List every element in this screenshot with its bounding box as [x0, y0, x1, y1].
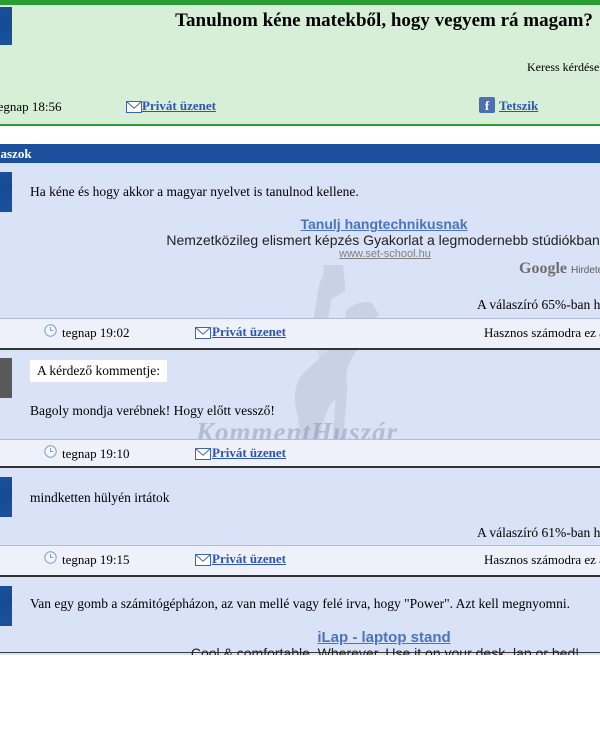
- question-timestamp: tegnap 18:56: [0, 99, 62, 115]
- google-ads-label: Hirdetések: [571, 265, 600, 276]
- envelope-icon[interactable]: [195, 326, 211, 344]
- section-divider: [0, 466, 600, 468]
- ad2-body: Cool & comfortable. Wherever. Use it on …: [0, 646, 600, 655]
- facebook-icon[interactable]: f: [479, 97, 495, 113]
- answer3-text: Van egy gomb a számitógépházon, az van m…: [30, 596, 570, 612]
- answer2-useful-question[interactable]: Hasznos számodra ez a válasz?: [484, 552, 600, 568]
- answer2-text: mindketten hülyén irtátok: [30, 490, 169, 506]
- answers-section-title: Válaszok: [0, 146, 32, 162]
- envelope-icon[interactable]: [126, 100, 142, 118]
- google-logo: Google: [519, 260, 567, 277]
- clock-icon: [44, 324, 57, 342]
- asker-comment-label: A kérdező kommentje:: [30, 360, 167, 382]
- answer1-avatar[interactable]: [0, 172, 12, 212]
- page-title: Tanulnom kéne matekből, hogy vegyem rá m…: [84, 9, 600, 32]
- comment-private-message-link[interactable]: Privát üzenet: [212, 445, 286, 461]
- question-author-avatar[interactable]: [0, 7, 12, 45]
- answer1-useful-question[interactable]: Hasznos számodra ez a válasz?: [484, 325, 600, 341]
- answer2-private-message-link[interactable]: Privát üzenet: [212, 551, 286, 567]
- facebook-like-link[interactable]: Tetszik: [499, 98, 538, 114]
- ad1-body: Nemzetközileg elismert képzés Gyakorlat …: [0, 232, 600, 248]
- clock-icon: [44, 445, 57, 463]
- answer2-timestamp: tegnap 19:15: [62, 552, 130, 568]
- answer2-author-stats: A válaszíró 61%-ban hasznos válaszokat a…: [477, 525, 600, 541]
- answers-section-bar: [0, 144, 600, 163]
- ad1-url-link[interactable]: www.set-school.hu: [0, 248, 600, 260]
- ad2-title-link[interactable]: iLap - laptop stand: [84, 629, 600, 646]
- private-message-link[interactable]: Privát üzenet: [142, 98, 216, 114]
- section-divider: [0, 575, 600, 577]
- google-ads-branding[interactable]: Google Hirdetések: [519, 260, 600, 278]
- search-questions-label[interactable]: Keress kérdéseket: [527, 60, 600, 75]
- answer1-text: Ha kéne és hogy akkor a magyar nyelvet i…: [30, 184, 359, 200]
- answer1-timestamp: tegnap 19:02: [62, 325, 130, 341]
- header-divider: [0, 124, 600, 126]
- answer2-avatar[interactable]: [0, 477, 12, 517]
- ad1-title-link[interactable]: Tanulj hangtechnikusnak: [84, 216, 600, 232]
- asker-avatar[interactable]: [0, 358, 12, 398]
- answer3-avatar[interactable]: [0, 586, 12, 626]
- page: Tanulnom kéne matekből, hogy vegyem rá m…: [0, 0, 600, 749]
- asker-comment-text: Bagoly mondja verébnek! Hogy előtt vessz…: [30, 403, 275, 419]
- clock-icon: [44, 551, 57, 569]
- envelope-icon[interactable]: [195, 447, 211, 465]
- envelope-icon[interactable]: [195, 553, 211, 571]
- answer1-private-message-link[interactable]: Privát üzenet: [212, 324, 286, 340]
- answer1-author-stats: A válaszíró 65%-ban hasznos válaszokat a…: [477, 297, 600, 313]
- comment-timestamp: tegnap 19:10: [62, 446, 130, 462]
- ad2-body-clip: Cool & comfortable. Wherever. Use it on …: [0, 646, 600, 655]
- section-divider: [0, 348, 600, 350]
